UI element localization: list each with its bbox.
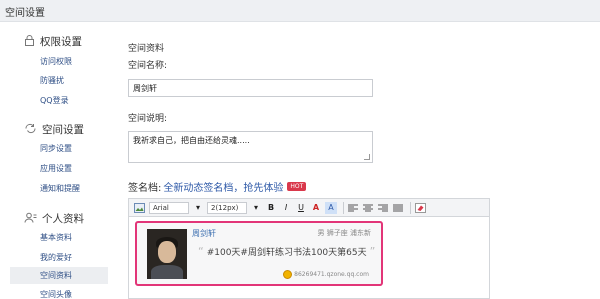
sidebar-item-apps[interactable]: 应用设置	[40, 163, 72, 174]
sidebar-item-qq-login[interactable]: QQ登录	[40, 95, 69, 106]
card-quote-text: #100天#周剑轩练习书法100天第65天	[206, 248, 367, 258]
sidebar-item-anti-harass[interactable]: 防骚扰	[40, 75, 64, 86]
card-url[interactable]: 86269471.qzone.qq.com	[294, 271, 369, 278]
align-left-icon[interactable]	[347, 202, 359, 214]
space-desc-label: 空间说明:	[128, 114, 168, 124]
sidebar-section-label: 权限设置	[40, 36, 82, 48]
signature-row: 签名档: 全新动态签名档，抢先体验 HOT	[128, 179, 307, 194]
lock-icon	[24, 34, 40, 49]
sidebar-section-profile[interactable]: 个人资料	[24, 211, 84, 226]
sidebar-item-hobbies[interactable]: 我的爱好	[40, 252, 72, 263]
sidebar-section-label: 个人资料	[42, 213, 84, 225]
sidebar-section-space[interactable]: 空间设置	[24, 122, 84, 137]
space-desc-textarea[interactable]: 我祈求自己，把自由还给灵魂.....	[128, 131, 373, 163]
page-title: 空间设置	[5, 8, 45, 19]
sidebar-item-notify[interactable]: 通知和提醒	[40, 183, 80, 194]
section-title: 空间资料	[128, 44, 165, 54]
sidebar-item-space-profile[interactable]: 空间资料	[10, 267, 108, 284]
sidebar-item-sync[interactable]: 同步设置	[40, 143, 72, 154]
font-family-select[interactable]: Arial	[149, 201, 189, 214]
font-color-button[interactable]: A	[310, 202, 322, 214]
card-footer: 86269471.qzone.qq.com	[283, 270, 369, 279]
hot-badge: HOT	[287, 182, 307, 191]
sidebar-section-label: 空间设置	[42, 124, 84, 136]
card-user-name[interactable]: 周剑轩	[192, 228, 216, 239]
align-right-icon[interactable]	[377, 202, 389, 214]
user-icon	[24, 212, 42, 226]
list-icon[interactable]	[392, 202, 404, 214]
sidebar-section-permissions[interactable]: 权限设置	[24, 34, 82, 49]
card-quote: “#100天#周剑轩练习书法100天第65天”	[195, 245, 378, 258]
sync-icon	[24, 123, 42, 137]
toolbar-separator	[410, 201, 411, 214]
font-size-select[interactable]: 2(12px)	[207, 201, 247, 214]
card-user-meta: 男 狮子座 浦东新	[317, 229, 371, 237]
sidebar-item-basic[interactable]: 基本资料	[40, 232, 72, 243]
chevron-down-icon[interactable]: ▾	[192, 202, 204, 214]
font-family-value: Arial	[153, 203, 169, 212]
image-icon[interactable]	[133, 202, 146, 214]
close-quote-icon: ”	[369, 245, 376, 258]
top-bar: 空间设置	[0, 0, 600, 22]
toolbar-separator	[343, 201, 344, 214]
chevron-down-icon[interactable]: ▾	[250, 202, 262, 214]
main-content: 空间资料 空间名称: 周剑轩 空间说明: 我祈求自己，把自由还给灵魂..... …	[120, 23, 600, 299]
sidebar: 权限设置 访问权限 防骚扰 QQ登录 空间设置 同步设置 应用设置 通知和提醒 …	[0, 23, 108, 299]
align-center-icon[interactable]	[362, 202, 374, 214]
bold-button[interactable]: B	[265, 202, 277, 214]
avatar	[147, 229, 187, 279]
resize-handle[interactable]	[364, 154, 370, 160]
signature-card[interactable]: 周剑轩 男 狮子座 浦东新 “#100天#周剑轩练习书法100天第65天” 86…	[135, 221, 383, 286]
editor-toolbar: Arial ▾ 2(12px) ▾ B I U A A	[129, 199, 489, 217]
space-desc-value: 我祈求自己，把自由还给灵魂.....	[133, 136, 250, 145]
bg-color-button[interactable]: A	[325, 201, 337, 214]
underline-button[interactable]: U	[295, 202, 307, 214]
eraser-icon[interactable]	[414, 202, 427, 214]
signature-editor: Arial ▾ 2(12px) ▾ B I U A A 周剑轩 男 狮子座 浦东…	[128, 198, 490, 299]
sidebar-item-avatar[interactable]: 空间头像	[40, 289, 72, 299]
font-size-value: 2(12px)	[211, 203, 239, 212]
open-quote-icon: “	[198, 245, 204, 258]
space-name-label: 空间名称:	[128, 61, 168, 71]
italic-button[interactable]: I	[280, 202, 292, 214]
qzone-logo-icon	[283, 270, 293, 279]
space-name-input[interactable]: 周剑轩	[128, 79, 373, 97]
sidebar-item-access[interactable]: 访问权限	[40, 56, 72, 67]
signature-label: 签名档:	[128, 183, 162, 194]
signature-promo-link[interactable]: 全新动态签名档，抢先体验	[163, 179, 283, 194]
